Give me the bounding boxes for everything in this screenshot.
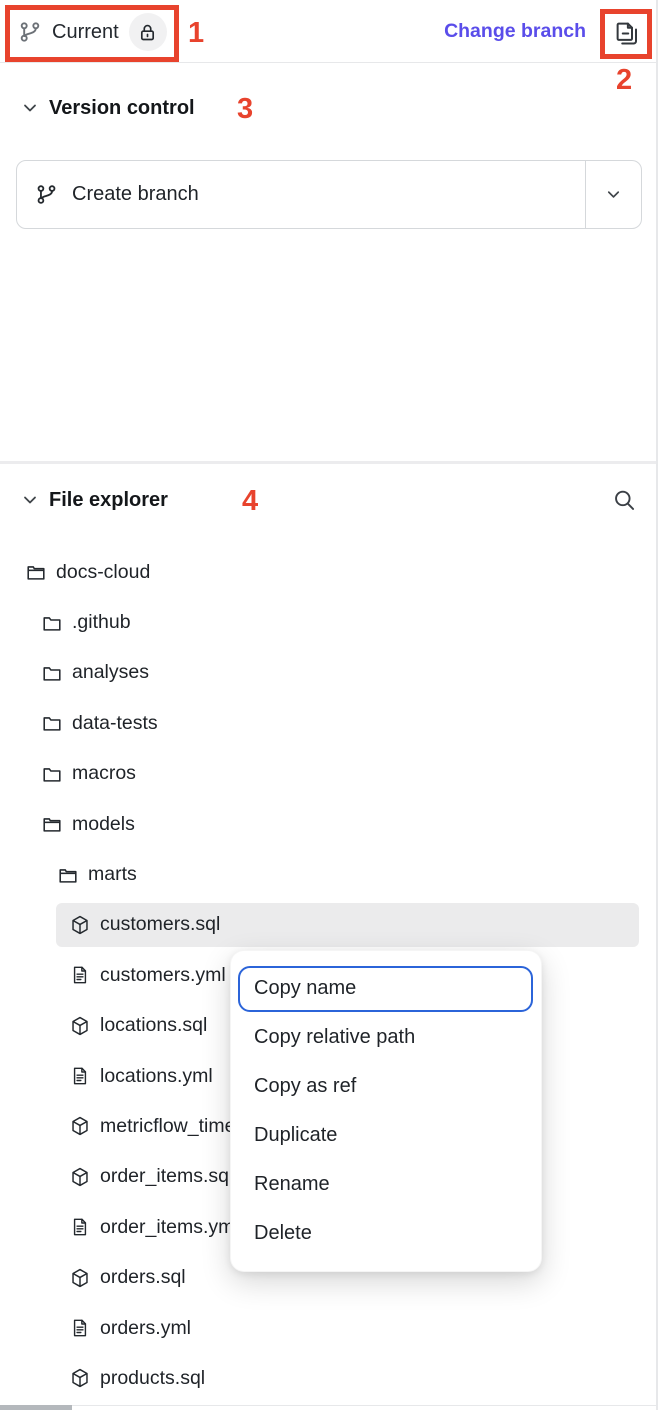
create-branch-button[interactable]: Create branch — [17, 161, 585, 228]
horizontal-scrollbar-thumb[interactable] — [0, 1405, 72, 1410]
context-menu-item-label: Copy relative path — [254, 1026, 415, 1049]
model-cube-icon — [68, 1367, 92, 1389]
folder-open-icon — [24, 561, 48, 583]
chevron-down-icon — [20, 98, 40, 118]
file-name-label: macros — [72, 762, 136, 785]
folder-open-icon — [56, 864, 80, 886]
file-name-label: data-tests — [72, 712, 158, 735]
file-name-label: order_items.sql — [100, 1165, 233, 1188]
context-menu-item[interactable]: Copy relative path — [231, 1013, 541, 1062]
search-icon — [611, 487, 638, 514]
file-name-label: customers.sql — [100, 913, 220, 936]
tree-row[interactable]: .github — [0, 597, 656, 647]
tree-row[interactable]: macros — [0, 749, 656, 799]
chevron-down-icon — [20, 490, 40, 510]
file-doc-icon — [68, 965, 92, 985]
version-control-title: Version control — [49, 97, 195, 120]
branch-bar: Current Change branch — [0, 0, 656, 63]
create-branch-split-button: Create branch — [16, 160, 642, 229]
model-cube-icon — [68, 1166, 92, 1188]
context-menu-item-label: Duplicate — [254, 1124, 337, 1147]
file-name-label: marts — [88, 863, 137, 886]
model-cube-icon — [68, 1115, 92, 1137]
folder-icon — [40, 662, 64, 684]
section-divider — [0, 461, 656, 464]
tree-row[interactable]: marts — [0, 849, 656, 899]
file-name-label: locations.sql — [100, 1014, 207, 1037]
file-explorer-title: File explorer — [49, 489, 168, 512]
context-menu-item-label: Rename — [254, 1173, 330, 1196]
git-branch-icon — [18, 20, 42, 44]
file-name-label: analyses — [72, 661, 149, 684]
folder-icon — [40, 763, 64, 785]
file-name-label: docs-cloud — [56, 561, 150, 584]
context-menu-item-label: Copy name — [254, 977, 356, 1000]
copy-icon — [612, 18, 642, 48]
tree-row[interactable]: analyses — [0, 648, 656, 698]
model-cube-icon — [68, 1267, 92, 1289]
tree-row[interactable]: models — [0, 799, 656, 849]
tree-row[interactable]: customers.sql — [0, 900, 656, 950]
folder-icon — [40, 712, 64, 734]
change-branch-link[interactable]: Change branch — [444, 0, 586, 63]
file-name-label: products.sql — [100, 1367, 205, 1390]
chevron-down-icon — [604, 185, 623, 204]
create-branch-label: Create branch — [72, 183, 199, 206]
folder-open-icon — [40, 813, 64, 835]
context-menu-item[interactable]: Delete — [231, 1209, 541, 1258]
file-explorer-section-header[interactable]: File explorer — [0, 480, 656, 520]
lock-icon — [137, 22, 158, 43]
context-menu-item[interactable]: Duplicate — [231, 1111, 541, 1160]
bottom-divider — [0, 1405, 656, 1406]
tree-row[interactable]: docs-cloud — [0, 547, 656, 597]
file-name-label: orders.yml — [100, 1317, 191, 1340]
file-search-button[interactable] — [608, 484, 640, 516]
file-doc-icon — [68, 1318, 92, 1338]
context-menu-item[interactable]: Copy name — [231, 964, 541, 1013]
file-doc-icon — [68, 1066, 92, 1086]
current-branch-indicator: Current — [18, 13, 167, 51]
current-branch-label: Current — [52, 21, 119, 44]
context-menu-item-label: Copy as ref — [254, 1075, 356, 1098]
file-name-label: order_items.yml — [100, 1216, 239, 1239]
file-context-menu: Copy name Copy relative path Copy as ref… — [230, 950, 542, 1272]
git-branch-icon — [35, 183, 58, 206]
copy-branch-button[interactable] — [609, 15, 645, 51]
tree-row[interactable]: data-tests — [0, 698, 656, 748]
version-control-section-header[interactable]: Version control — [0, 88, 656, 128]
tree-row[interactable]: products.sql — [0, 1353, 656, 1403]
file-name-label: locations.yml — [100, 1065, 213, 1088]
file-name-label: orders.sql — [100, 1266, 186, 1289]
context-menu-item-label: Delete — [254, 1222, 312, 1245]
ide-sidebar: Current Change branch — [0, 0, 658, 1410]
file-name-label: models — [72, 813, 135, 836]
create-branch-dropdown-toggle[interactable] — [585, 161, 641, 228]
context-menu-item[interactable]: Rename — [231, 1160, 541, 1209]
context-menu-item[interactable]: Copy as ref — [231, 1062, 541, 1111]
tree-row[interactable]: orders.yml — [0, 1303, 656, 1353]
model-cube-icon — [68, 914, 92, 936]
file-name-label: .github — [72, 611, 131, 634]
file-name-label: customers.yml — [100, 964, 226, 987]
file-doc-icon — [68, 1217, 92, 1237]
branch-locked-badge — [129, 13, 167, 51]
model-cube-icon — [68, 1015, 92, 1037]
folder-icon — [40, 612, 64, 634]
